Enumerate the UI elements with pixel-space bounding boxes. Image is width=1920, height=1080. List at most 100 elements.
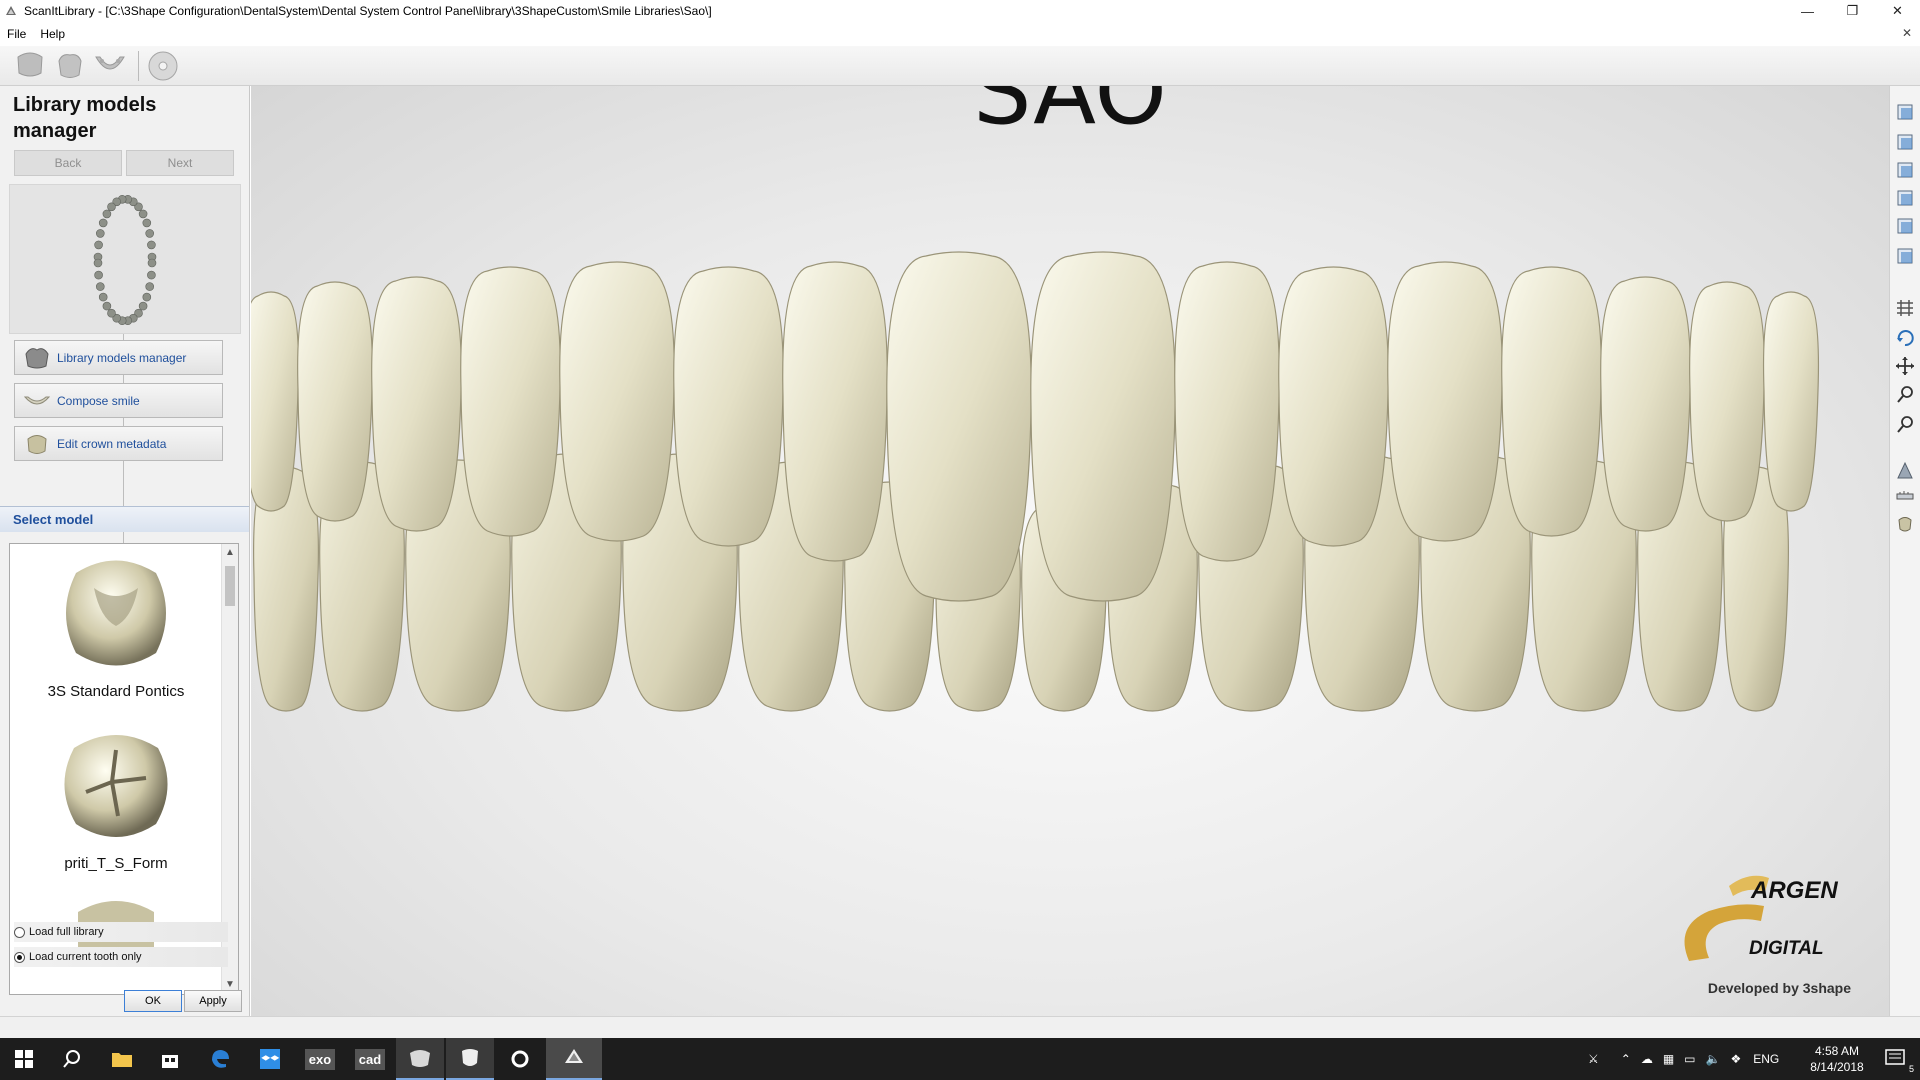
tooth-view-icon-glyph <box>1898 517 1912 532</box>
clock-date: 8/14/2018 <box>1810 1060 1864 1074</box>
view-bottom-icon[interactable] <box>1893 244 1917 268</box>
select-model-header: Select model <box>0 506 249 532</box>
arch-tooth-dot <box>93 258 103 268</box>
arch-tooth-dot <box>96 229 105 238</box>
model-item-partial[interactable] <box>10 892 222 994</box>
ok-button[interactable]: OK <box>124 990 182 1012</box>
scanit-icon[interactable] <box>546 1038 602 1080</box>
upper-tooth <box>673 266 784 547</box>
argen-logo-mark: ARGEN DIGITAL <box>1684 875 1838 961</box>
chevron-up-icon[interactable]: ⌃ <box>1621 1052 1631 1066</box>
disc-icon[interactable] <box>145 49 181 83</box>
pontic-library-icon[interactable] <box>52 49 88 83</box>
dropbox-tray-icon[interactable]: ❖ <box>1730 1052 1741 1066</box>
notification-count: 5 <box>1908 1064 1914 1074</box>
upper-tooth <box>559 261 675 542</box>
onedrive-icon[interactable]: ☁ <box>1641 1052 1653 1066</box>
dropbox-icon[interactable] <box>246 1038 294 1080</box>
arch-tooth-dot <box>147 240 156 250</box>
cad-app-icon[interactable]: cad <box>346 1038 394 1080</box>
jaw-library-icon[interactable] <box>92 49 128 83</box>
edit-crown-metadata-step[interactable]: Edit crown metadata <box>14 426 223 461</box>
maximize-button[interactable]: ❐ <box>1830 0 1875 22</box>
volume-icon[interactable]: 🔈 <box>1706 1052 1721 1066</box>
grid-icon-glyph <box>1897 300 1913 316</box>
scroll-up-icon[interactable]: ▲ <box>222 544 238 562</box>
people-icon[interactable]: ⚔ <box>1588 1052 1599 1066</box>
partial-thumbnail <box>78 901 154 952</box>
left-panel: Library models manager Back Next Library… <box>0 86 250 1016</box>
exo-app-icon[interactable]: exo <box>296 1038 344 1080</box>
tooth-view-icon[interactable] <box>1893 512 1917 536</box>
arch-tooth-dot <box>147 270 156 280</box>
radio-checked[interactable] <box>14 951 25 963</box>
window-title: ScanItLibrary - [C:\3Shape Configuration… <box>24 4 712 18</box>
file-explorer-icon[interactable] <box>98 1038 146 1080</box>
arch-tooth-dot <box>145 229 154 238</box>
notification-icon[interactable]: 5 <box>1872 1038 1920 1080</box>
compose-smile-step[interactable]: Compose smile <box>14 383 223 418</box>
language-indicator[interactable]: ENG <box>1753 1052 1779 1066</box>
view-back-icon[interactable] <box>1893 130 1917 154</box>
network-share-icon[interactable]: ▦ <box>1663 1052 1674 1066</box>
document-close-icon[interactable]: ✕ <box>1902 26 1912 40</box>
zoom-icon[interactable] <box>1893 382 1917 406</box>
view-right-icon-glyph <box>1897 190 1913 206</box>
model-item-priti-t-s-form[interactable]: priti_T_S_Form <box>10 720 222 872</box>
upper-tooth <box>1278 266 1389 547</box>
upper-tooth <box>251 291 300 512</box>
view-top-icon-glyph <box>1897 218 1913 234</box>
window-title-bar: ScanItLibrary - [C:\3Shape Configuration… <box>0 0 1920 22</box>
back-button[interactable]: Back <box>14 150 122 176</box>
3d-viewport[interactable]: SAO ARGEN DIGITAL Developed by 3shape <box>251 86 1889 1016</box>
menu-file[interactable]: File <box>0 27 33 41</box>
clock[interactable]: 4:58 AM 8/14/2018 <box>1802 1043 1872 1075</box>
edge-icon[interactable] <box>196 1038 244 1080</box>
tooth-icon <box>25 347 49 368</box>
pan-icon[interactable] <box>1893 354 1917 378</box>
menu-help[interactable]: Help <box>33 27 72 41</box>
dental-icon[interactable] <box>446 1038 494 1080</box>
brand-sub: DIGITAL <box>1749 938 1824 959</box>
radio-unchecked[interactable] <box>14 926 25 938</box>
exo-label: exo <box>304 1048 336 1070</box>
dental-arch-selector[interactable] <box>9 184 241 334</box>
load-full-library-option[interactable]: Load full library <box>14 922 228 942</box>
arch-tooth-dot <box>102 209 112 219</box>
search-icon[interactable] <box>48 1038 96 1080</box>
3shape-icon[interactable] <box>396 1038 444 1080</box>
rotate-icon[interactable] <box>1893 326 1917 350</box>
step-label: Library models manager <box>57 350 187 365</box>
monitor-icon[interactable]: ▭ <box>1684 1052 1695 1066</box>
rotate-icon-glyph <box>1897 330 1914 347</box>
arch-tooth-dot <box>96 282 105 291</box>
close-button[interactable]: ✕ <box>1875 0 1920 22</box>
scroll-thumb[interactable] <box>225 566 235 606</box>
view-front-icon[interactable] <box>1893 100 1917 124</box>
next-button[interactable]: Next <box>126 150 234 176</box>
cortana-icon[interactable] <box>496 1038 544 1080</box>
arch-tooth-dot <box>138 301 148 311</box>
load-current-tooth-only-option[interactable]: Load current tooth only <box>14 947 228 967</box>
crown-library-icon[interactable] <box>12 49 48 83</box>
argen-digital-logo: ARGEN DIGITAL Developed by 3shape <box>1669 866 1869 996</box>
store-icon[interactable] <box>146 1038 194 1080</box>
view-top-icon[interactable] <box>1893 214 1917 238</box>
library-models-manager-step[interactable]: Library models manager <box>14 340 223 375</box>
view-right-icon[interactable] <box>1893 186 1917 210</box>
arch-tooth-dot <box>107 202 116 212</box>
status-bar <box>0 1016 1920 1039</box>
minimize-button[interactable]: — <box>1785 0 1830 22</box>
zoom-fit-icon[interactable] <box>1893 412 1917 436</box>
arch-tooth-dot <box>138 209 148 219</box>
windows-start-icon[interactable] <box>0 1038 48 1080</box>
apply-button[interactable]: Apply <box>184 990 242 1012</box>
scan-icon[interactable] <box>1893 458 1917 482</box>
grid-icon[interactable] <box>1893 296 1917 320</box>
pontic-thumbnail <box>66 560 166 666</box>
view-left-icon[interactable] <box>1893 158 1917 182</box>
measure-icon[interactable] <box>1893 484 1917 508</box>
measure-icon-glyph <box>1896 491 1914 500</box>
clock-time: 4:58 AM <box>1814 1044 1860 1058</box>
model-item-3s-standard-pontics[interactable]: 3S Standard Pontics <box>10 548 222 700</box>
